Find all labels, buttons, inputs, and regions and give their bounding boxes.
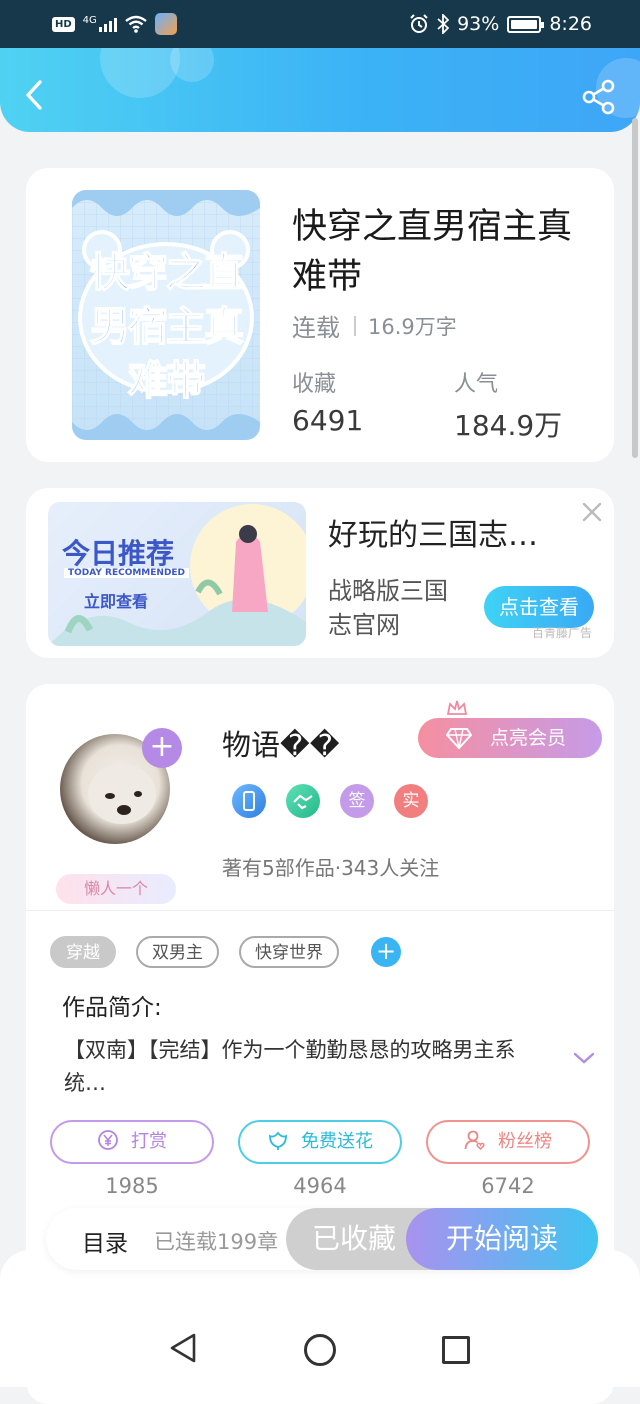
top-header xyxy=(0,48,640,132)
signed-badge[interactable]: 签 xyxy=(340,784,374,818)
share-icon[interactable] xyxy=(580,78,618,116)
tag-item[interactable]: 双男主 xyxy=(136,936,219,968)
reward-button[interactable]: 打赏 xyxy=(50,1120,214,1164)
author-badges: 签 实 xyxy=(232,784,428,818)
divider xyxy=(26,910,614,911)
intro-text[interactable]: 【双南】【完结】作为一个勤勤恳恳的攻略男主系统… xyxy=(64,1034,544,1100)
follow-author-button[interactable]: + xyxy=(142,728,182,768)
cover-title-text: 快穿之直男宿主真难带 xyxy=(89,249,245,405)
fan-ranking-button[interactable]: 粉丝榜 xyxy=(426,1120,590,1164)
diamond-icon xyxy=(446,728,472,750)
popularity-label: 人气 xyxy=(454,372,499,397)
book-meta: 连载 16.9万字 xyxy=(292,308,457,343)
action-buttons: 打赏 免费送花 粉丝榜 xyxy=(50,1120,590,1164)
yen-coin-icon xyxy=(98,1130,118,1150)
nav-recents-icon[interactable] xyxy=(442,1336,470,1364)
vip-button-label: 点亮会员 xyxy=(490,727,567,749)
ad-source-label: 百青藤广告 xyxy=(532,626,593,640)
favorites-label: 收藏 xyxy=(292,372,337,397)
ad-title[interactable]: 好玩的三国志… xyxy=(328,510,538,554)
system-nav-bar xyxy=(0,1250,640,1387)
ad-banner-button: 立即查看 xyxy=(84,592,149,611)
tag-item[interactable]: 快穿世界 xyxy=(239,936,339,968)
ad-banner-subtitle: TODAY RECOMMENDED xyxy=(64,568,190,578)
verified-badge[interactable]: 实 xyxy=(394,784,428,818)
close-icon[interactable] xyxy=(578,498,606,526)
reward-label: 打赏 xyxy=(131,1131,167,1152)
tag-list: 穿越 双男主 快穿世界 + xyxy=(50,936,401,968)
back-arrow-icon[interactable] xyxy=(18,78,52,112)
phone-badge-icon[interactable] xyxy=(232,784,266,818)
intro-heading: 作品简介: xyxy=(62,995,162,1021)
author-name[interactable]: 物语�� xyxy=(222,722,339,764)
ad-view-button[interactable]: 点击查看 xyxy=(484,586,594,628)
chapter-count: 已连载199章 xyxy=(154,1230,279,1254)
battery-icon xyxy=(507,15,545,33)
chevron-down-icon[interactable] xyxy=(572,1050,596,1066)
fan-count: 6742 xyxy=(481,1174,535,1198)
book-status: 连载 xyxy=(292,314,340,342)
status-bar: HD 4G 93% 8:26 xyxy=(0,0,640,48)
fan-ranking-label: 粉丝榜 xyxy=(498,1131,552,1152)
word-count: 16.9万字 xyxy=(368,314,457,339)
tag-item[interactable]: 穿越 xyxy=(50,936,116,968)
add-tag-button[interactable]: + xyxy=(371,937,401,967)
user-heart-icon xyxy=(464,1130,485,1151)
network-type: 4G xyxy=(82,15,97,26)
wifi-icon xyxy=(125,15,147,33)
alarm-icon xyxy=(410,14,428,33)
flower-count: 4964 xyxy=(293,1174,347,1198)
nav-back-icon[interactable] xyxy=(168,1332,198,1364)
scrollbar[interactable] xyxy=(632,118,638,458)
author-title-badge: 懒人一个 xyxy=(56,874,176,904)
author-stats: 著有5部作品·343人关注 xyxy=(222,856,440,880)
flower-icon xyxy=(269,1131,287,1150)
ad-description: 战略版三国志官网 xyxy=(328,577,448,639)
reward-count: 1985 xyxy=(105,1174,159,1198)
app-notification-icon xyxy=(154,13,177,35)
popularity-value: 184.9万 xyxy=(454,409,563,442)
crown-icon xyxy=(446,700,468,715)
signal-icon: 4G xyxy=(83,16,117,32)
send-flower-label: 免费送花 xyxy=(301,1131,373,1152)
book-info-card: 快穿之直男宿主真难带 快穿之直男宿主真难带 连载 16.9万字 收藏 6491 … xyxy=(26,168,614,462)
start-reading-button[interactable]: 开始阅读 xyxy=(406,1208,598,1270)
book-title: 快穿之直男宿主真难带 xyxy=(292,207,573,297)
handshake-badge-icon[interactable] xyxy=(286,784,320,818)
send-flower-button[interactable]: 免费送花 xyxy=(238,1120,402,1164)
hd-indicator: HD xyxy=(52,16,75,32)
table-of-contents-button[interactable]: 目录 xyxy=(82,1224,128,1258)
battery-percent: 93% xyxy=(457,13,500,35)
bluetooth-icon xyxy=(437,14,450,34)
vip-button[interactable]: 点亮会员 xyxy=(418,718,602,758)
ad-card[interactable]: 今日推荐 TODAY RECOMMENDED 立即查看 好玩的三国志… 战略版三… xyxy=(26,488,614,658)
clock: 8:26 xyxy=(549,13,592,35)
nav-home-icon[interactable] xyxy=(304,1334,336,1366)
ad-banner-title: 今日推荐 xyxy=(62,537,175,570)
ad-banner-image[interactable]: 今日推荐 TODAY RECOMMENDED 立即查看 xyxy=(48,502,306,646)
book-cover[interactable]: 快穿之直男宿主真难带 xyxy=(72,190,260,440)
bottom-action-bar: 目录 已连载199章 已收藏 开始阅读 xyxy=(46,1208,598,1270)
favorites-value: 6491 xyxy=(292,404,364,437)
